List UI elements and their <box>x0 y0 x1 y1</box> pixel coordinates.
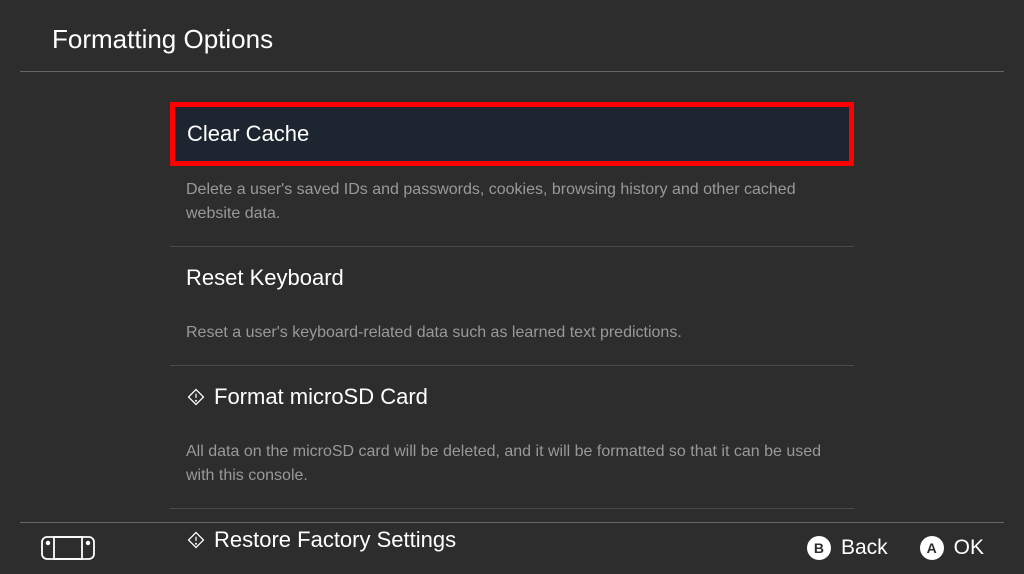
options-list: Clear Cache Delete a user's saved IDs an… <box>0 72 1024 571</box>
footer-divider <box>20 522 1004 523</box>
clear-cache-button[interactable]: Clear Cache <box>170 102 854 166</box>
a-button-icon: A <box>920 536 944 560</box>
console-icon <box>40 535 96 561</box>
footer-buttons: B Back A OK <box>807 536 984 560</box>
option-title: Format microSD Card <box>214 384 428 410</box>
ok-label: OK <box>954 536 984 560</box>
footer-bar: B Back A OK <box>0 522 1024 574</box>
option-title: Clear Cache <box>187 121 309 147</box>
option-description: Delete a user's saved IDs and passwords,… <box>170 166 854 246</box>
ok-button[interactable]: A OK <box>920 536 984 560</box>
back-label: Back <box>841 536 888 560</box>
back-button[interactable]: B Back <box>807 536 888 560</box>
format-microsd-button[interactable]: Format microSD Card <box>170 366 854 428</box>
option-clear-cache: Clear Cache Delete a user's saved IDs an… <box>170 102 854 247</box>
warning-icon <box>186 387 206 407</box>
reset-keyboard-button[interactable]: Reset Keyboard <box>170 247 854 309</box>
option-description: All data on the microSD card will be del… <box>170 428 854 508</box>
option-format-microsd: Format microSD Card All data on the micr… <box>170 366 854 509</box>
option-description: Reset a user's keyboard-related data suc… <box>170 309 854 365</box>
option-reset-keyboard: Reset Keyboard Reset a user's keyboard-r… <box>170 247 854 366</box>
b-button-icon: B <box>807 536 831 560</box>
page-title: Formatting Options <box>52 24 1024 55</box>
option-title: Reset Keyboard <box>186 265 344 291</box>
